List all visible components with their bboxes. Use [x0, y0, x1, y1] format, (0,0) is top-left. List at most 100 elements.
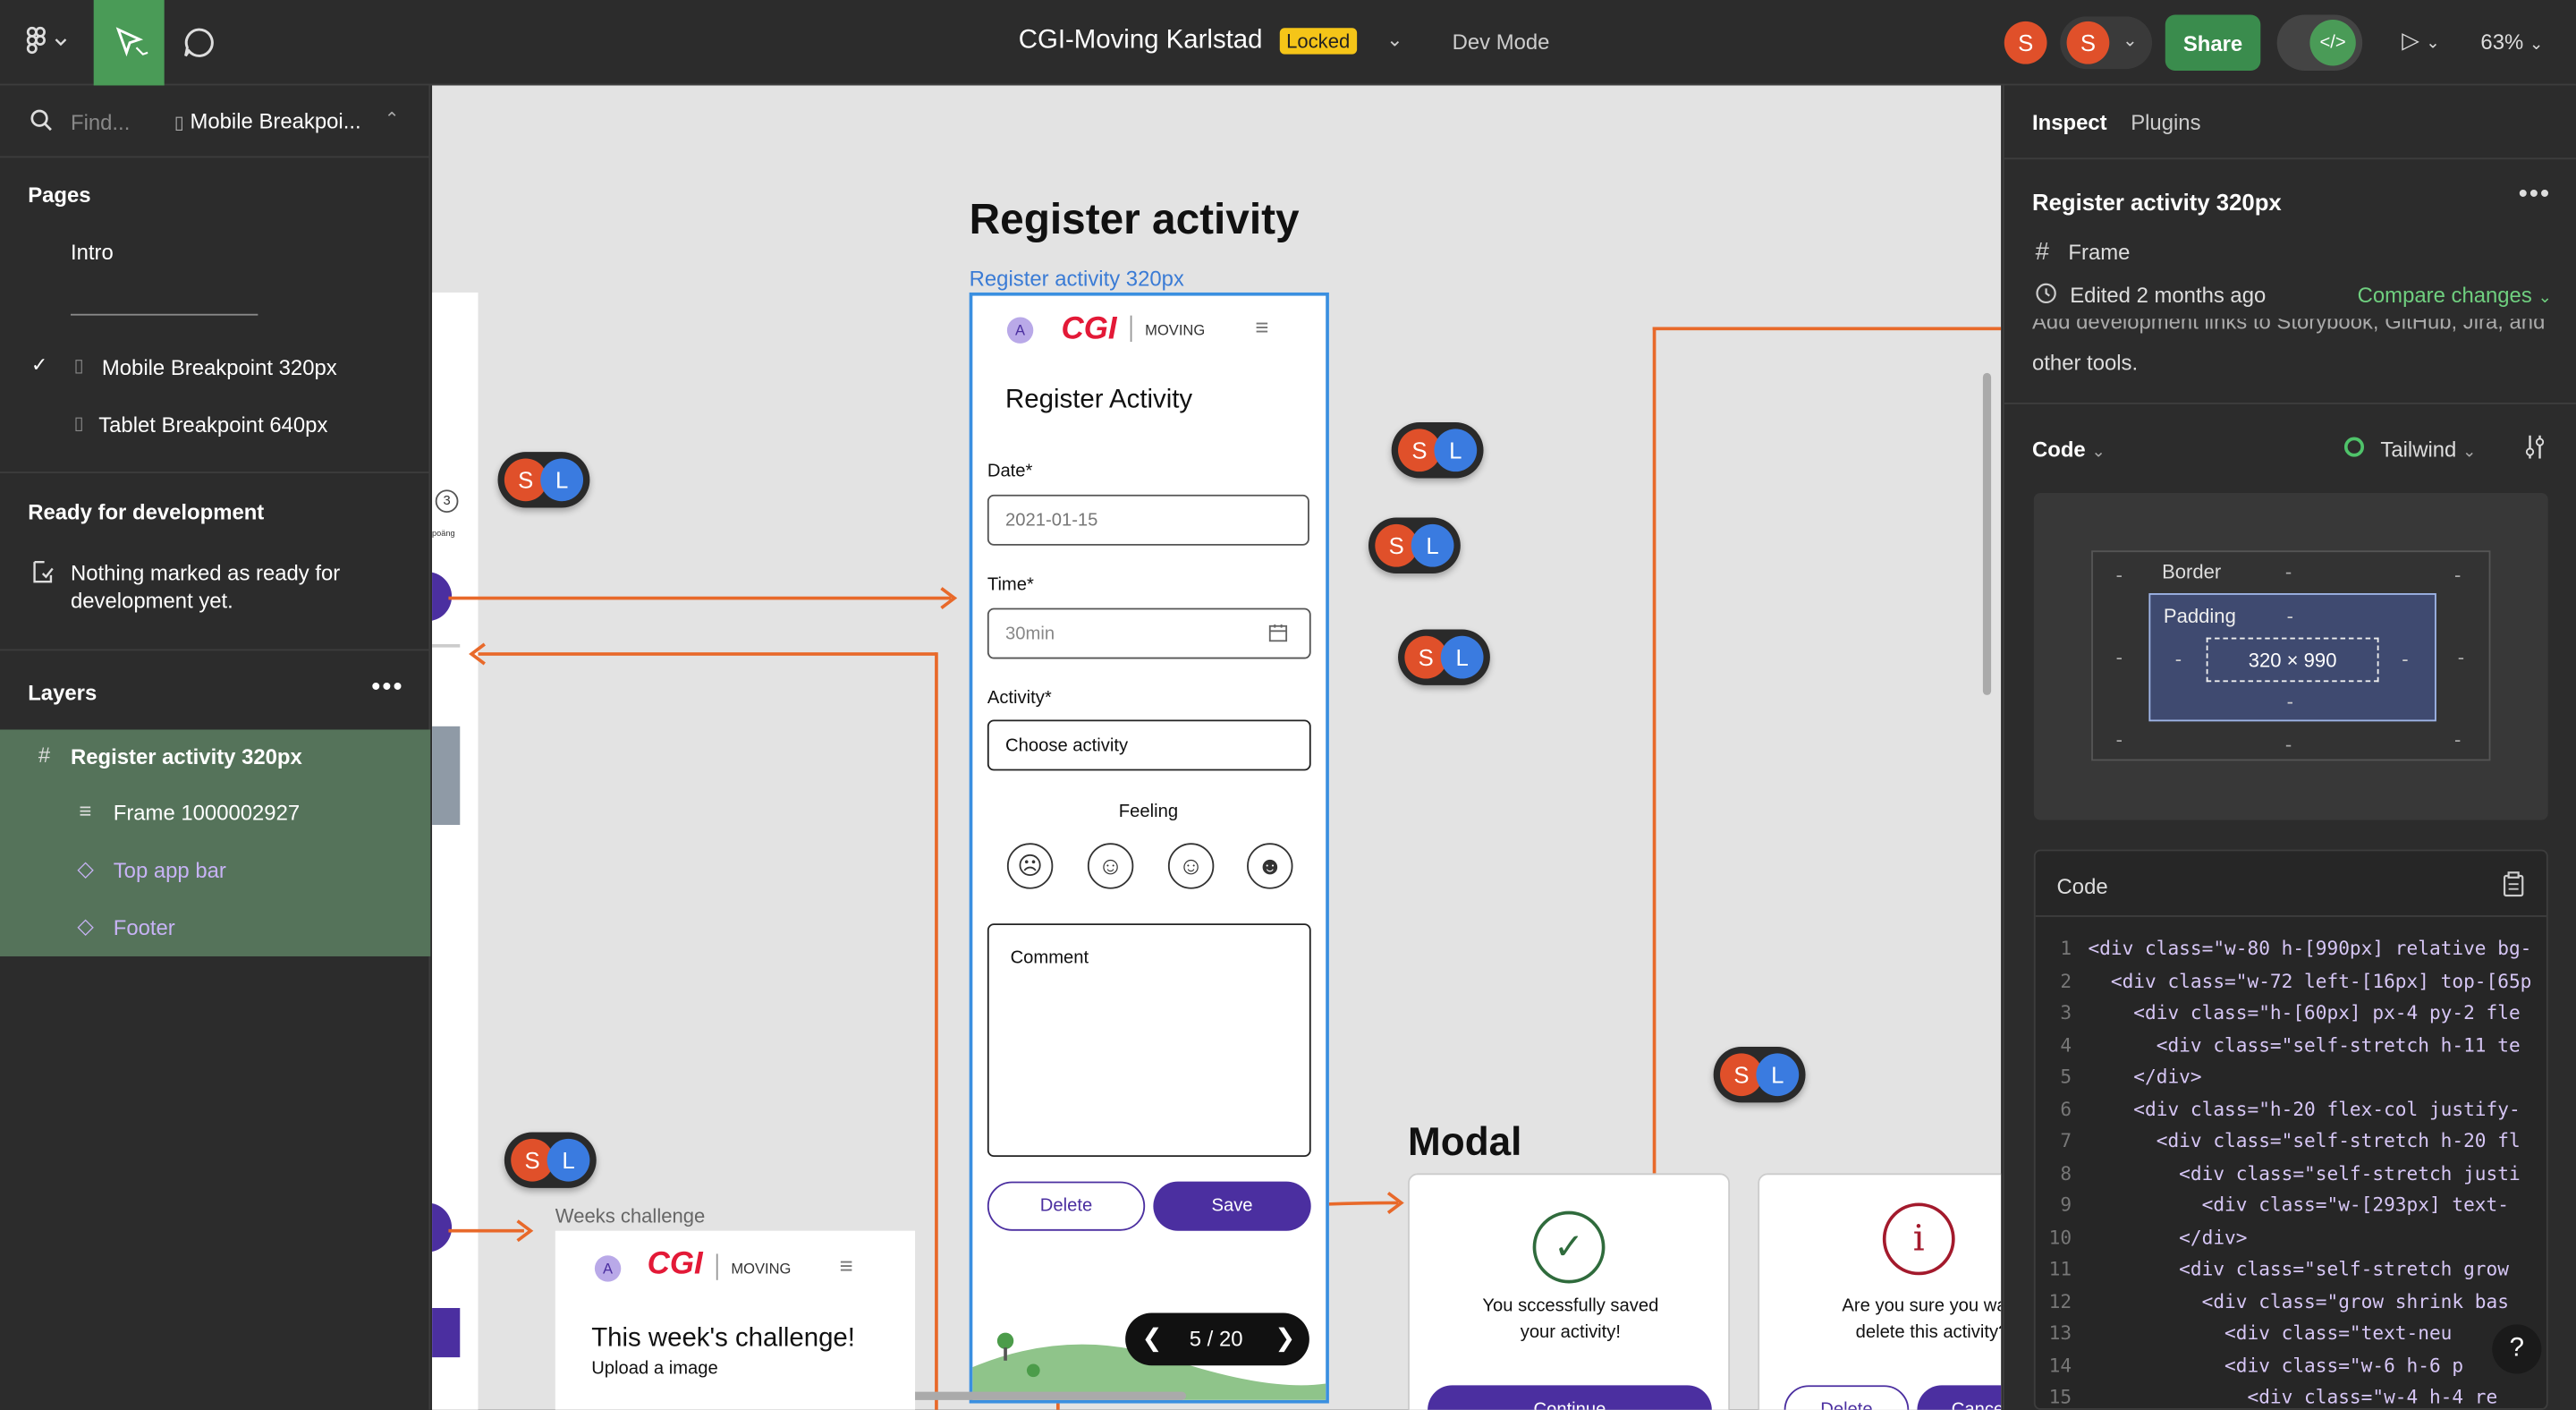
tab-plugins[interactable]: Plugins: [2131, 110, 2200, 135]
layers-heading: Layers: [28, 680, 97, 705]
neutral-face-icon[interactable]: ☺: [1087, 843, 1134, 889]
info-text: other tools.: [2031, 350, 2139, 375]
avatar[interactable]: A: [594, 1255, 622, 1282]
page-item-intro[interactable]: Intro: [71, 240, 114, 265]
delete-button[interactable]: Delete: [987, 1181, 1146, 1231]
frame-label[interactable]: Weeks challenge: [555, 1204, 705, 1227]
line-number: 7: [2060, 1128, 2072, 1152]
page-item-tablet[interactable]: Tablet Breakpoint 640px: [98, 412, 327, 437]
layer-frame[interactable]: ≡ Frame 1000002927: [0, 786, 430, 841]
top-toolbar: CGI-Moving Karlstad Locked ⌄ Dev Mode S …: [0, 0, 2576, 86]
move-tool-button[interactable]: [93, 0, 165, 86]
layer-top-app-bar[interactable]: ◇ Top app bar: [0, 843, 430, 898]
right-inspect-panel: Inspect Plugins Register activity 320px …: [2002, 85, 2576, 1410]
avatar: L: [1411, 523, 1454, 567]
check-circle-icon: ✓: [1532, 1210, 1606, 1284]
share-button[interactable]: Share: [2165, 14, 2261, 71]
divider: [716, 1253, 718, 1280]
hamburger-icon[interactable]: ≡: [840, 1253, 853, 1278]
design-canvas[interactable]: 3 poäng S L S L S L S L S L S L Register…: [432, 85, 2002, 1410]
zoom-level[interactable]: 63% ⌄: [2480, 30, 2543, 55]
happy-face-icon[interactable]: ☺: [1167, 843, 1215, 889]
comment-tool-button[interactable]: [177, 23, 220, 63]
code-line: 4 <div class="self-stretch h-11 te: [2036, 1032, 2521, 1065]
code-block[interactable]: Code 1 <div class="w-80 h-[990px] relativ…: [2033, 849, 2548, 1410]
dev-mode-toggle[interactable]: </>: [2276, 14, 2363, 71]
line-number: 6: [2060, 1096, 2072, 1120]
weeks-challenge-frame[interactable]: A CGI MOVING ≡ This week's challenge! Up…: [555, 1230, 916, 1410]
line-number: 5: [2060, 1065, 2072, 1088]
line-number: 4: [2060, 1032, 2072, 1057]
line-number: 1: [2060, 936, 2072, 960]
vertical-scrollbar[interactable]: [1982, 372, 1992, 695]
delete-button[interactable]: Delete: [1784, 1385, 1910, 1410]
continue-button[interactable]: Continue: [1428, 1385, 1712, 1410]
code-text: <div class="self-stretch h-11 te: [2088, 1032, 2521, 1057]
frame-label[interactable]: Register activity 320px: [970, 267, 1184, 292]
code-line: 5 </div>: [2036, 1065, 2202, 1097]
chevron-up-icon[interactable]: ⌃: [385, 108, 400, 130]
collaborator-cursor: S L: [1368, 517, 1461, 574]
date-field[interactable]: 2021-01-15 ⌄: [987, 494, 1309, 546]
collaborator-cursor: S L: [1398, 629, 1490, 685]
sad-face-icon[interactable]: ☹: [1006, 843, 1054, 889]
more-icon[interactable]: •••: [371, 674, 403, 703]
figma-menu-icon[interactable]: [20, 23, 72, 63]
delete-confirm-modal[interactable]: i Are you sure you want delete this acti…: [1758, 1173, 2002, 1410]
save-button[interactable]: Save: [1153, 1181, 1311, 1231]
very-happy-face-icon[interactable]: ☻: [1247, 843, 1293, 889]
search-input[interactable]: Find...: [71, 110, 130, 135]
content-size: 320 × 990: [2206, 637, 2379, 683]
date-label: Date*: [987, 462, 1033, 482]
border-left-value: -: [2115, 645, 2123, 669]
modal-section-title: Modal: [1408, 1120, 1522, 1166]
layer-register-activity[interactable]: # Register activity 320px: [0, 729, 430, 785]
file-title[interactable]: CGI-Moving Karlstad: [1019, 26, 1263, 55]
overlapped-text: Add development links to Storybook, GitH…: [2031, 319, 2546, 334]
more-icon[interactable]: •••: [2519, 181, 2551, 210]
layer-footer[interactable]: ◇ Footer: [0, 901, 430, 956]
hamburger-icon[interactable]: ≡: [1255, 314, 1268, 340]
history-icon: [2034, 281, 2059, 314]
code-line: 7 <div class="self-stretch h-20 fl: [2036, 1128, 2520, 1161]
slide-pager[interactable]: ❮ 5 / 20 ❯: [1125, 1312, 1309, 1366]
avatar[interactable]: A: [1006, 317, 1034, 344]
page-item-mobile[interactable]: Mobile Breakpoint 320px: [102, 355, 337, 380]
framework-select[interactable]: Tailwind ⌄: [2380, 437, 2476, 463]
code-text: <div class="w-6 h-6 p: [2088, 1353, 2464, 1377]
code-icon: </>: [2309, 20, 2356, 66]
compare-changes-link[interactable]: Compare changes ⌄: [2358, 283, 2552, 308]
activity-select[interactable]: Choose activity ⌄: [987, 719, 1311, 771]
mobile-frame[interactable]: A CGI MOVING ≡ Register Activity Date* 2…: [969, 292, 1329, 1404]
code-line: 12 <div class="grow shrink bas: [2036, 1289, 2509, 1321]
page-title: Register Activity: [1005, 386, 1193, 414]
avatar-menu[interactable]: S ⌄: [2060, 16, 2153, 70]
chevron-down-icon: ⌄: [2123, 30, 2138, 51]
padding-left-value: -: [2174, 647, 2182, 671]
avatar[interactable]: S: [2004, 21, 2047, 64]
line-number: 3: [2060, 1000, 2072, 1024]
cut-off-button[interactable]: [432, 1308, 461, 1358]
comment-field[interactable]: Comment: [987, 923, 1311, 1158]
moving-label: MOVING: [731, 1260, 792, 1278]
collaborator-cursor: S L: [1391, 422, 1484, 479]
code-line: 14 <div class="w-6 h-6 p: [2036, 1354, 2463, 1386]
code-text: </div>: [2088, 1065, 2202, 1088]
ready-text: development yet.: [70, 588, 233, 614]
code-section-heading[interactable]: Code ⌄: [2032, 437, 2106, 463]
page-switcher[interactable]: ▯ Mobile Breakpoi...: [174, 108, 361, 133]
code-line: 3 <div class="h-[60px] px-4 py-2 fle: [2036, 1000, 2520, 1033]
time-field[interactable]: 30min: [987, 607, 1311, 659]
cancel-button[interactable]: Cancel: [1917, 1385, 2002, 1410]
chevron-right-icon[interactable]: ❯: [1275, 1323, 1295, 1352]
help-button[interactable]: ?: [2492, 1324, 2542, 1374]
tab-inspect[interactable]: Inspect: [2032, 110, 2107, 135]
present-button[interactable]: ▷ ⌄: [2402, 26, 2439, 54]
clipboard-icon[interactable]: [2502, 871, 2525, 905]
chevron-left-icon[interactable]: ❮: [1142, 1323, 1163, 1352]
settings-sliders-icon[interactable]: [2521, 434, 2547, 469]
chevron-down-icon[interactable]: ⌄: [1386, 28, 1402, 51]
divider: [2004, 157, 2576, 160]
component-instance-icon: ◇: [77, 913, 94, 939]
success-modal[interactable]: ✓ You sccessfully saved your activity! C…: [1408, 1173, 1731, 1410]
